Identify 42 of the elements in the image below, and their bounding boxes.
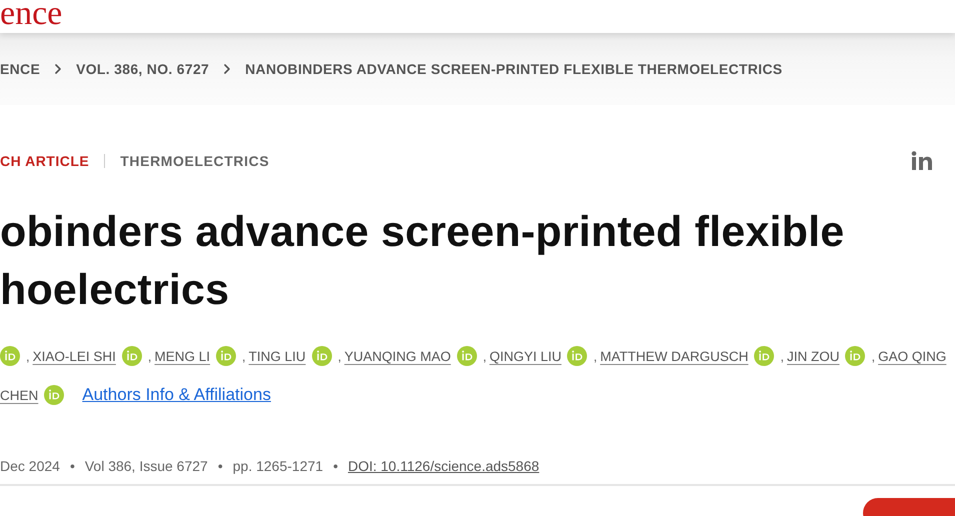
author-link[interactable]: GAO QING bbox=[878, 348, 946, 364]
author-link[interactable]: CHEN bbox=[0, 388, 38, 402]
site-logo[interactable]: ence bbox=[0, 0, 62, 30]
article-type-label: CH ARTICLE bbox=[0, 153, 90, 169]
id-icon[interactable] bbox=[216, 346, 236, 366]
id-icon[interactable] bbox=[567, 346, 588, 366]
author-link[interactable]: MENG LI bbox=[154, 348, 210, 364]
comma: , bbox=[26, 348, 30, 364]
breadcrumb-link[interactable]: ENCE bbox=[0, 61, 40, 77]
doi-link[interactable]: DOI: 10.1126/science.ads5868 bbox=[348, 458, 540, 474]
author-link[interactable]: YUANQING MAO bbox=[344, 348, 451, 364]
id-icon[interactable] bbox=[0, 346, 20, 366]
id-icon[interactable] bbox=[122, 346, 142, 366]
id-icon[interactable] bbox=[312, 346, 332, 366]
breadcrumb-link[interactable]: NANOBINDERS ADVANCE SCREEN-PRINTED FLEXIBLE THERMOELECTRICS bbox=[245, 61, 782, 77]
linkedin-icon[interactable] bbox=[911, 151, 933, 171]
comma: , bbox=[242, 348, 246, 364]
author-link[interactable]: MATTHEW DARGUSCH bbox=[600, 348, 748, 364]
comma: , bbox=[482, 348, 486, 364]
author-link[interactable]: QINGYI LIU bbox=[489, 348, 562, 364]
article-title: obinders advance screen-printed flexible hoelectrics bbox=[0, 207, 846, 316]
comma: , bbox=[780, 348, 784, 364]
separator-dot: • bbox=[218, 458, 223, 474]
publication-info: Dec 2024 bbox=[0, 458, 60, 474]
authors-info-link[interactable]: Authors Info & Affiliations bbox=[82, 385, 271, 405]
publication-info: Vol 386, Issue 6727 bbox=[84, 458, 208, 474]
author-link[interactable]: TING LIU bbox=[248, 348, 306, 364]
separator-dot: • bbox=[70, 458, 75, 474]
id-icon[interactable] bbox=[44, 385, 64, 405]
author-link[interactable]: XIAO-LEI SHI bbox=[32, 348, 116, 364]
author-link[interactable]: JIN ZOU bbox=[786, 348, 840, 364]
id-icon[interactable] bbox=[754, 346, 774, 366]
comma: , bbox=[338, 348, 342, 364]
publication-info: pp. 1265-1271 bbox=[232, 458, 324, 474]
id-icon[interactable] bbox=[845, 346, 866, 366]
topic-link[interactable]: THERMOELECTRICS bbox=[120, 153, 270, 169]
separator-dot: • bbox=[333, 458, 338, 474]
comma: , bbox=[871, 348, 876, 364]
breadcrumb-link[interactable]: VOL. 386, NO. 6727 bbox=[76, 61, 210, 77]
comma: , bbox=[593, 348, 598, 364]
comma: , bbox=[148, 348, 152, 364]
id-icon[interactable] bbox=[456, 346, 477, 366]
